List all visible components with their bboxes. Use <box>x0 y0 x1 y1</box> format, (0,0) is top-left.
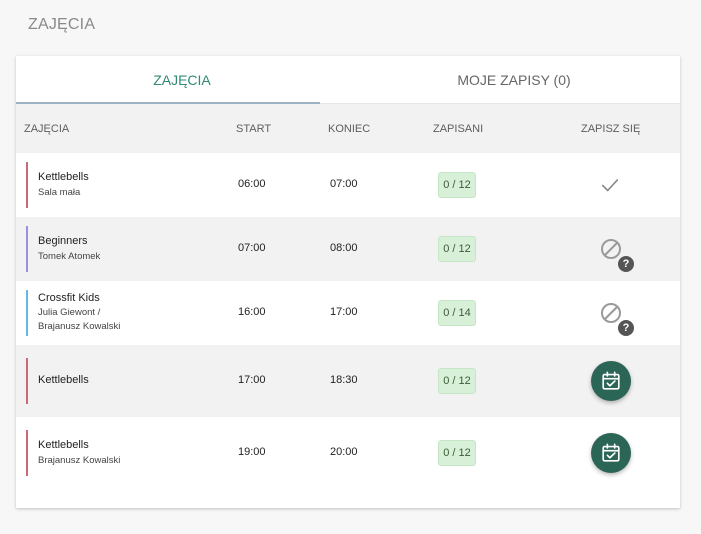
end-time: 07:00 <box>330 178 358 190</box>
start-time: 06:00 <box>238 178 266 190</box>
header-start: START <box>236 123 272 135</box>
table-row: Crossfit Kids Julia Giewont / Brajanusz … <box>16 281 680 345</box>
class-subtitle: Sala mała <box>38 187 81 198</box>
table-row: Beginners Tomek Atomek 07:00 08:00 0 / 1… <box>16 217 680 281</box>
signup-button[interactable] <box>591 361 631 401</box>
page-title: ZAJĘCIA <box>28 16 96 33</box>
table-row: Kettlebells Brajanusz Kowalski 19:00 20:… <box>16 417 680 489</box>
help-icon[interactable]: ? <box>618 320 634 336</box>
header-enrolled: ZAPISANI <box>433 123 484 135</box>
class-name: Kettlebells <box>38 439 89 451</box>
check-icon <box>598 173 622 197</box>
header-end: KONIEC <box>328 123 371 135</box>
end-time: 20:00 <box>330 446 358 458</box>
class-name: Beginners <box>38 235 88 247</box>
calendar-check-icon <box>602 371 620 390</box>
start-time: 07:00 <box>238 242 266 254</box>
class-name: Crossfit Kids <box>38 292 100 304</box>
class-subtitle: Julia Giewont / <box>38 307 101 318</box>
help-icon[interactable]: ? <box>618 256 634 272</box>
enrolled-badge: 0 / 12 <box>438 236 476 262</box>
tab-classes[interactable]: ZAJĘCIA <box>16 56 348 103</box>
enrolled-badge: 0 / 12 <box>438 172 476 198</box>
tab-bar: ZAJĘCIA MOJE ZAPISY (0) <box>16 56 680 104</box>
calendar-check-icon <box>602 443 620 462</box>
class-subtitle: Tomek Atomek <box>38 251 101 262</box>
class-color-bar <box>26 162 28 208</box>
header-name: ZAJĘCIA <box>24 123 70 135</box>
enrolled-badge: 0 / 14 <box>438 300 476 326</box>
start-time: 19:00 <box>238 446 266 458</box>
class-name: Kettlebells <box>38 374 89 386</box>
end-time: 08:00 <box>330 242 358 254</box>
start-time: 16:00 <box>238 306 266 318</box>
class-subtitle: Brajanusz Kowalski <box>38 321 121 332</box>
enrolled-badge: 0 / 12 <box>438 368 476 394</box>
table-row: Kettlebells Sala mała 06:00 07:00 0 / 12 <box>16 153 680 217</box>
table-row: Kettlebells 17:00 18:30 0 / 12 <box>16 345 680 417</box>
start-time: 17:00 <box>238 374 266 386</box>
class-color-bar <box>26 290 28 336</box>
signup-button[interactable] <box>591 433 631 473</box>
table-header: ZAJĘCIA START KONIEC ZAPISANI ZAPISZ SIĘ <box>16 104 680 153</box>
blocked-icon: ? <box>598 300 638 340</box>
class-color-bar <box>26 226 28 272</box>
class-name: Kettlebells <box>38 171 89 183</box>
class-subtitle: Brajanusz Kowalski <box>38 455 121 466</box>
enrolled-badge: 0 / 12 <box>438 440 476 466</box>
end-time: 17:00 <box>330 306 358 318</box>
tab-my-signups[interactable]: MOJE ZAPISY (0) <box>348 56 680 103</box>
class-color-bar <box>26 358 28 404</box>
class-color-bar <box>26 430 28 476</box>
classes-card: ZAJĘCIA MOJE ZAPISY (0) ZAJĘCIA START KO… <box>16 56 680 508</box>
end-time: 18:30 <box>330 374 358 386</box>
blocked-icon: ? <box>598 236 638 276</box>
header-signup: ZAPISZ SIĘ <box>581 123 641 135</box>
